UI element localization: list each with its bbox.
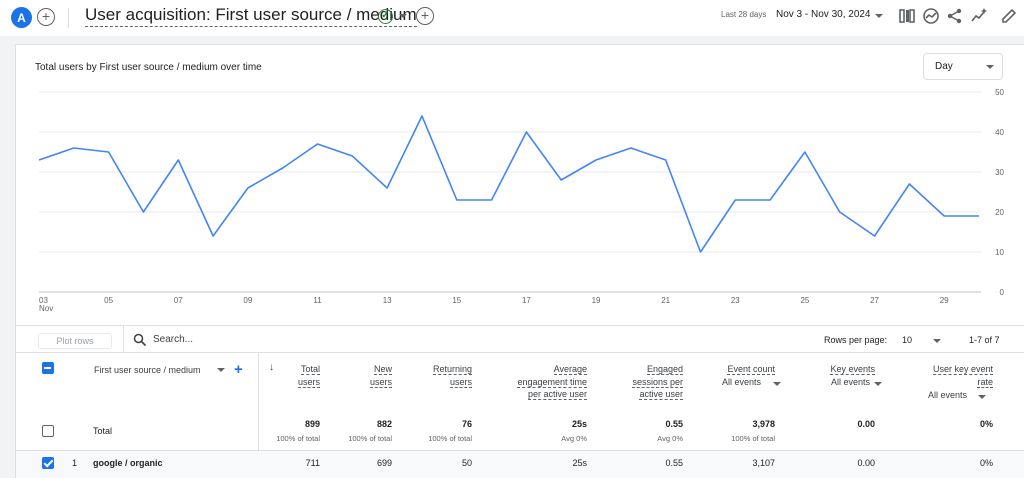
y-tick-label: 0 (1000, 288, 1005, 297)
x-tick-label: 05 (104, 296, 113, 305)
toolbar-divider (123, 326, 124, 353)
total-subtext: 100% of total (731, 434, 775, 443)
x-tick-label: 07 (174, 296, 183, 305)
row-value: 699 (376, 458, 392, 468)
header-divider (68, 8, 69, 28)
trend-sparkle-icon[interactable] (970, 7, 988, 25)
edit-pencil-icon[interactable] (1000, 7, 1018, 25)
check-circle-icon: ✓ (378, 9, 393, 24)
chevron-down-icon[interactable] (933, 339, 941, 343)
total-subtext: 100% of total (348, 434, 392, 443)
chevron-down-icon[interactable] (978, 395, 986, 399)
total-value: 0.00 (857, 419, 875, 429)
column-header-user-key-event-rate[interactable]: User key event rate (932, 363, 993, 388)
report-title[interactable]: User acquisition: First user source / me… (85, 5, 417, 27)
report-header: A + User acquisition: First user source … (0, 0, 1024, 36)
search-icon (133, 333, 147, 347)
row-value: 0% (979, 458, 993, 468)
y-tick-label: 40 (995, 128, 1004, 137)
user-key-event-rate-filter[interactable]: All events (928, 390, 967, 400)
line-chart: 5040302010003 05 07 09 11 13 15 17 19 21 23 25 27 29N… (38, 88, 1005, 313)
column-header-engaged-sessions[interactable]: Engaged sessions per active user (632, 363, 683, 401)
date-preset-label: Last 28 days (721, 10, 767, 19)
sort-arrow-icon[interactable]: ↓ (269, 362, 274, 373)
key-events-filter[interactable]: All events (831, 377, 870, 387)
total-subtext: 100% of total (276, 434, 320, 443)
column-header-avg-engagement[interactable]: Average engagement time per active user (517, 363, 587, 401)
chevron-down-icon[interactable] (773, 382, 781, 386)
column-header-total-users[interactable]: Total users (297, 363, 320, 388)
x-tick-label: 21 (661, 296, 670, 305)
chart-card: Total users by First user source / mediu… (15, 44, 1024, 326)
total-value: 882 (376, 419, 392, 429)
chevron-down-icon[interactable] (875, 14, 883, 18)
total-value: 899 (304, 419, 320, 429)
total-subtext: Avg 0% (657, 434, 683, 443)
share-icon[interactable] (946, 7, 964, 25)
plot-rows-button[interactable]: Plot rows (38, 333, 112, 349)
select-all-checkbox[interactable] (42, 362, 54, 374)
y-tick-label: 20 (995, 208, 1004, 217)
add-comparison-button[interactable]: + (37, 8, 55, 26)
row-value: 50 (461, 458, 472, 468)
total-value: 76 (461, 419, 472, 429)
x-tick-label: 27 (870, 296, 879, 305)
x-tick-label: 09 (243, 296, 252, 305)
total-row-checkbox[interactable] (42, 425, 54, 437)
y-tick-label: 50 (995, 88, 1004, 97)
row-checkbox[interactable] (42, 457, 54, 469)
column-header-returning-users[interactable]: Returning users (432, 363, 472, 388)
property-avatar[interactable]: A (11, 7, 32, 28)
pagination-range: 1-7 of 7 (969, 335, 1000, 345)
row-value: 0.55 (665, 458, 683, 468)
total-value: 0% (979, 419, 993, 429)
x-tick-label: 15 (452, 296, 461, 305)
compare-columns-icon[interactable] (898, 7, 916, 25)
column-header-event-count[interactable]: Event count (727, 363, 775, 376)
chevron-down-icon[interactable] (217, 368, 225, 372)
series-line (38, 115, 979, 253)
add-dimension-button[interactable]: + (234, 361, 243, 378)
total-row-label: Total (93, 426, 113, 436)
y-tick-label: 30 (995, 168, 1004, 177)
add-report-button[interactable]: + (416, 7, 434, 25)
y-tick-label: 10 (995, 248, 1004, 257)
total-value: 3,978 (752, 419, 775, 429)
row-value: 0.00 (857, 458, 875, 468)
total-value: 0.55 (665, 419, 683, 429)
x-tick-label: 17 (522, 296, 531, 305)
column-header-key-events[interactable]: Key events (830, 363, 875, 376)
x-tick-label: 23 (731, 296, 740, 305)
x-month-label: Nov (39, 304, 53, 313)
row-index: 1 (72, 458, 78, 468)
x-tick-label: 25 (800, 296, 809, 305)
x-tick-label: 19 (592, 296, 601, 305)
total-subtext: Avg 0% (561, 434, 587, 443)
x-tick-label: 29 (940, 296, 949, 305)
total-subtext: 100% of total (428, 434, 472, 443)
chevron-down-icon[interactable] (399, 14, 407, 18)
total-value: 25s (571, 419, 587, 429)
row-value: 3,107 (752, 458, 775, 468)
row-value: 711 (305, 458, 320, 468)
row-value: 25s (572, 458, 587, 468)
row-dimension-value[interactable]: google / organic (93, 458, 163, 468)
x-tick-label: 11 (313, 296, 322, 305)
data-table: Plot rows Rows per page: 10 1-7 of 7 Fir… (15, 326, 1024, 478)
dimension-header[interactable]: First user source / medium (94, 365, 201, 375)
event-count-filter[interactable]: All events (722, 377, 761, 387)
chevron-down-icon[interactable] (874, 382, 882, 386)
rows-per-page-label: Rows per page: (824, 335, 888, 345)
column-header-new-users[interactable]: New users (369, 363, 392, 388)
x-tick-label: 13 (383, 296, 392, 305)
search-input[interactable] (153, 334, 353, 345)
date-range-picker[interactable]: Nov 3 - Nov 30, 2024 (776, 9, 871, 20)
rows-per-page-select[interactable]: 10 (902, 335, 912, 345)
insights-icon[interactable] (922, 7, 940, 25)
toolbar-divider-line (16, 352, 1024, 353)
